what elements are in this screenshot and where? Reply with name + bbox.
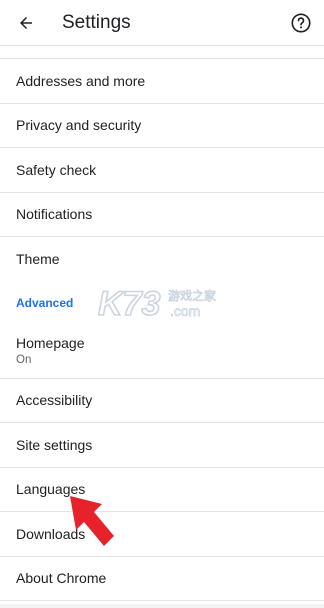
setting-label: About Chrome — [16, 570, 107, 587]
setting-privacy-security[interactable]: Privacy and security — [0, 104, 324, 148]
setting-label: Safety check — [16, 161, 97, 178]
list-top-divider — [0, 46, 324, 59]
watermark-brand: K73 — [98, 285, 160, 323]
setting-label: Accessibility — [16, 392, 93, 409]
setting-label: Addresses and more — [16, 72, 146, 89]
setting-site-settings[interactable]: Site settings — [0, 423, 324, 468]
setting-safety-check[interactable]: Safety check — [0, 148, 324, 193]
arrow-back-icon — [20, 17, 32, 29]
help-circle-icon — [291, 13, 311, 33]
app-bar: Settings — [0, 0, 324, 46]
page-title: Settings — [62, 12, 131, 33]
back-button[interactable] — [12, 9, 40, 37]
setting-theme[interactable]: Theme — [0, 237, 324, 282]
setting-label: Notifications — [16, 206, 93, 223]
setting-addresses[interactable]: Addresses and more — [0, 59, 324, 104]
watermark-domain: .com — [170, 303, 200, 319]
setting-notifications[interactable]: Notifications — [0, 193, 324, 237]
watermark-chinese: 游戏之家 — [168, 288, 216, 303]
setting-label: Homepage — [16, 335, 85, 351]
pointer-arrow-icon — [70, 496, 114, 546]
setting-label: Theme — [16, 251, 60, 268]
setting-about-chrome[interactable]: About Chrome — [0, 557, 324, 601]
setting-sublabel: On — [16, 354, 32, 366]
setting-label: Downloads — [16, 525, 86, 542]
setting-label: Site settings — [16, 436, 93, 453]
setting-accessibility[interactable]: Accessibility — [0, 379, 324, 423]
bottom-edge — [0, 604, 324, 608]
settings-screen: Settings Addresses and more Privacy and … — [0, 0, 324, 608]
setting-downloads[interactable]: Downloads — [0, 512, 324, 557]
setting-languages[interactable]: Languages — [0, 468, 324, 512]
help-button[interactable] — [289, 11, 313, 35]
setting-homepage[interactable]: Homepage On — [0, 324, 324, 379]
setting-label: Privacy and security — [16, 117, 142, 134]
watermark-logo: K73 游戏之家 .com — [98, 284, 216, 323]
settings-list: Addresses and more Privacy and security … — [0, 46, 324, 601]
setting-label: Languages — [16, 481, 86, 498]
